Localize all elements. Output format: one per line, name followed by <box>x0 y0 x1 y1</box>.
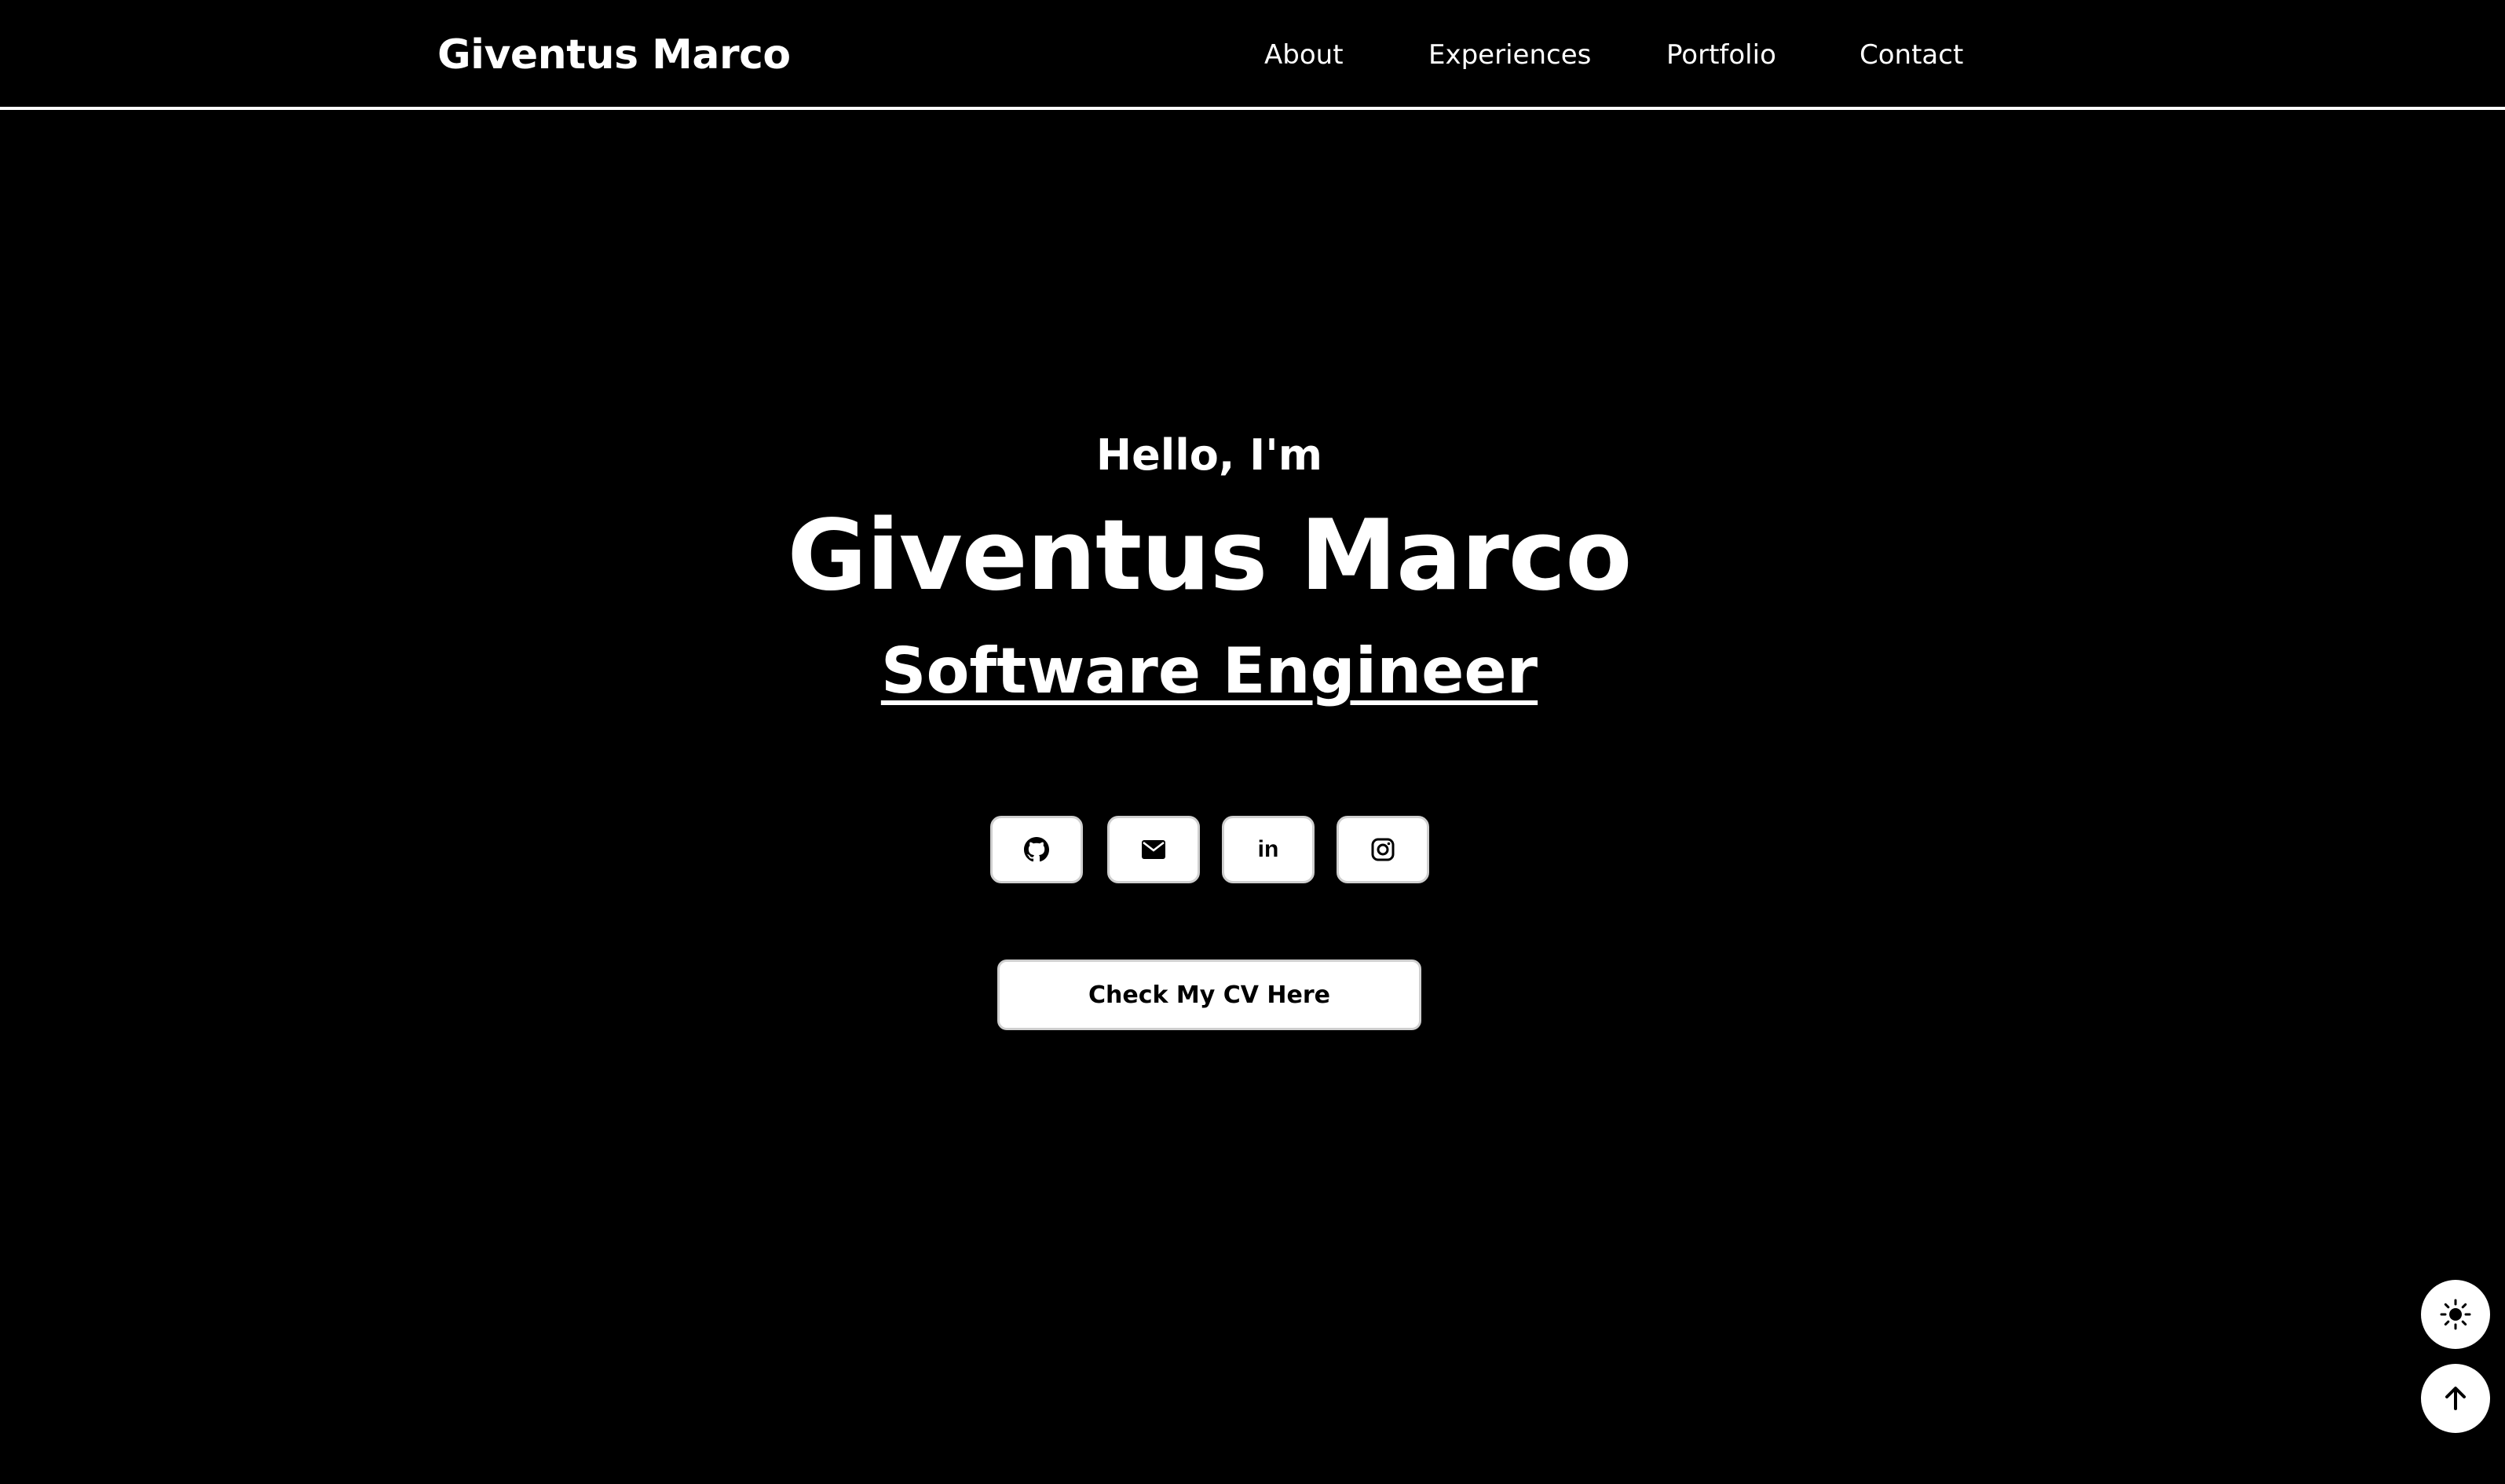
brand-logo[interactable]: Giventus Marco <box>437 24 791 86</box>
linkedin-icon: in <box>1257 836 1279 862</box>
hero-role: Software Engineer <box>0 628 2419 715</box>
instagram-button[interactable] <box>1337 816 1429 883</box>
nav-link-about[interactable]: About <box>1264 24 1344 86</box>
sun-icon <box>2440 1299 2471 1330</box>
linkedin-button[interactable]: in <box>1222 816 1315 883</box>
page: Giventus Marco About Experiences Portfol… <box>0 0 2505 1484</box>
github-button[interactable] <box>990 816 1083 883</box>
arrow-up-icon <box>2445 1387 2466 1410</box>
nav-link-experiences[interactable]: Experiences <box>1428 24 1591 86</box>
hero-role-link[interactable]: Software Engineer <box>881 634 1538 707</box>
hero-greeting: Hello, I'm <box>1095 430 1323 480</box>
nav-link-portfolio[interactable]: Portfolio <box>1666 24 1776 86</box>
check-cv-button[interactable]: Check My CV Here <box>997 959 1421 1030</box>
email-button[interactable] <box>1107 816 1200 883</box>
site-header: Giventus Marco About Experiences Portfol… <box>0 0 2505 110</box>
theme-toggle-button[interactable] <box>2421 1280 2490 1349</box>
hero-name: Giventus Marco <box>787 499 1633 612</box>
github-icon <box>1024 837 1049 862</box>
instagram-icon <box>1371 838 1395 861</box>
nav-link-contact[interactable]: Contact <box>1860 24 1963 86</box>
mail-icon <box>1142 840 1165 859</box>
scroll-to-top-button[interactable] <box>2421 1364 2490 1433</box>
